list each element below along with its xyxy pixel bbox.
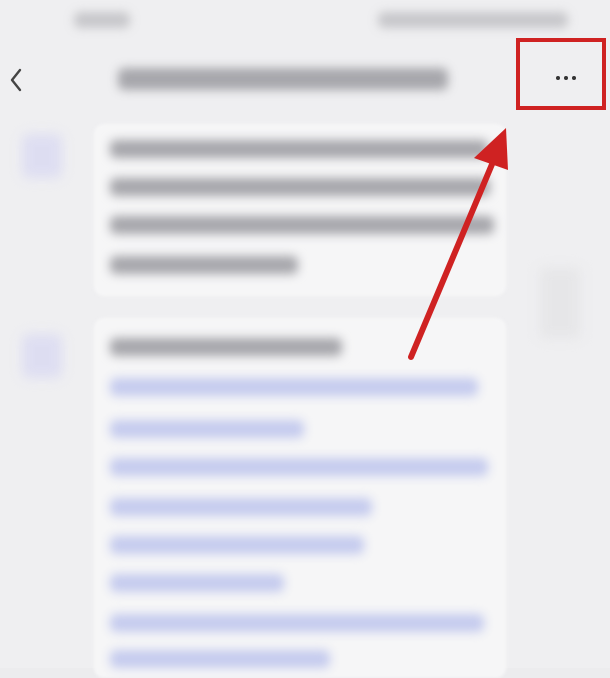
avatar[interactable] bbox=[22, 334, 62, 378]
message-link-blurred[interactable] bbox=[110, 420, 304, 438]
message-link-blurred[interactable] bbox=[110, 614, 484, 632]
message-text-blurred bbox=[110, 216, 494, 234]
background-shape bbox=[540, 268, 580, 338]
message-text-blurred bbox=[110, 140, 488, 158]
more-options-button[interactable] bbox=[516, 38, 606, 110]
chevron-left-icon[interactable] bbox=[0, 58, 40, 102]
message-heading-blurred bbox=[110, 338, 342, 356]
message-link-blurred[interactable] bbox=[110, 458, 488, 476]
status-bar bbox=[0, 0, 610, 40]
ellipsis-icon bbox=[556, 76, 576, 80]
chat-title-blurred bbox=[118, 68, 448, 90]
chat-screen bbox=[0, 0, 610, 678]
message-text-blurred bbox=[110, 178, 490, 196]
message-link-blurred[interactable] bbox=[110, 498, 372, 516]
message-link-blurred[interactable] bbox=[110, 650, 330, 668]
avatar[interactable] bbox=[22, 134, 62, 178]
status-time-blurred bbox=[74, 12, 130, 28]
message-link-blurred[interactable] bbox=[110, 574, 284, 592]
message-text-blurred bbox=[110, 256, 298, 274]
message-link-blurred[interactable] bbox=[110, 378, 478, 396]
message-link-blurred[interactable] bbox=[110, 536, 364, 554]
status-icons-blurred bbox=[378, 12, 568, 28]
